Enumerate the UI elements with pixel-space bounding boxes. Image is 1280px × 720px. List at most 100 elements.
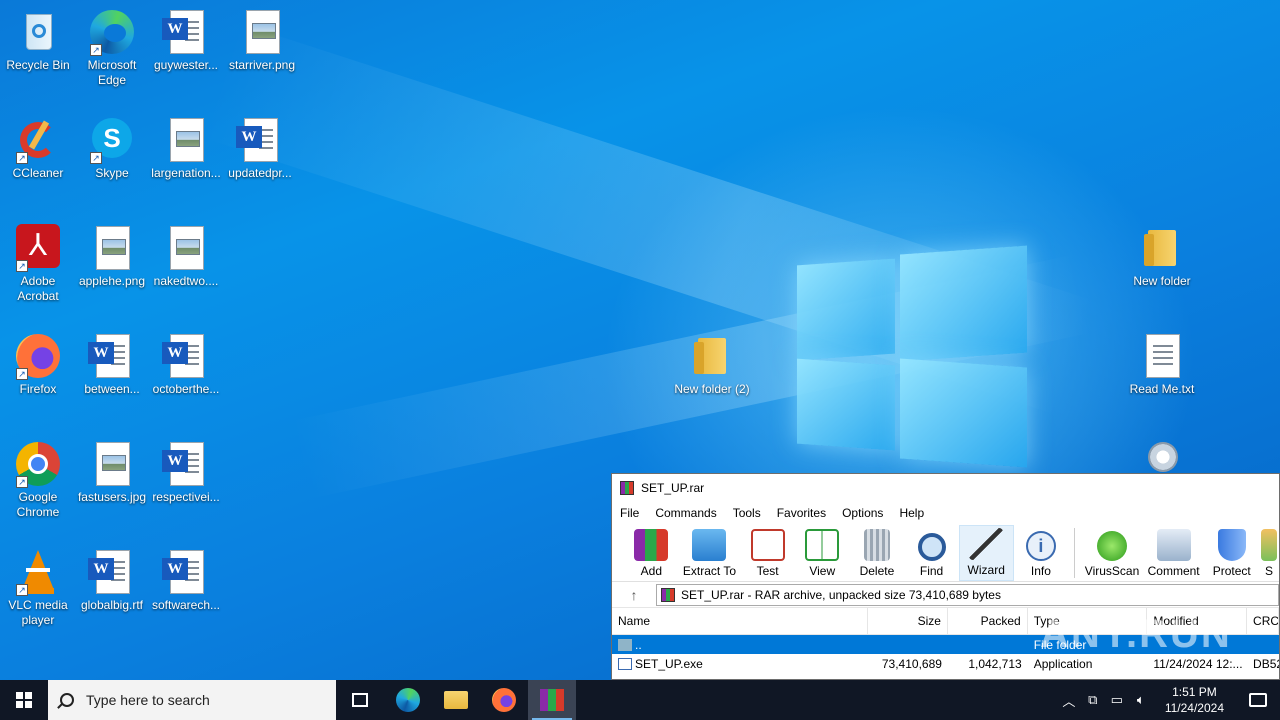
icon-label: guywester... bbox=[153, 58, 219, 72]
column-size[interactable]: Size bbox=[868, 608, 948, 634]
wizard-label: Wizard bbox=[967, 563, 1005, 577]
add-label: Add bbox=[640, 564, 662, 578]
clock-date: 11/24/2024 bbox=[1164, 701, 1224, 715]
taskbar-firefox[interactable] bbox=[480, 680, 528, 720]
menu-tools[interactable]: Tools bbox=[733, 506, 761, 520]
start-button[interactable] bbox=[0, 680, 48, 720]
comment-button[interactable]: Comment bbox=[1143, 525, 1205, 581]
address-field[interactable]: SET_UP.rar - RAR archive, unpacked size … bbox=[656, 583, 1279, 606]
icon-label: Skype bbox=[95, 166, 129, 180]
trash-icon bbox=[863, 529, 890, 561]
taskbar-search[interactable]: Type here to search bbox=[48, 680, 336, 720]
desktop-icon-read-me[interactable]: Read Me.txt bbox=[1124, 332, 1200, 397]
desktop-icon-updatedpr[interactable]: W updatedpr... bbox=[222, 116, 298, 181]
desktop-icon-guywester[interactable]: W guywester... bbox=[148, 8, 224, 73]
wizard-button[interactable]: Wizard bbox=[958, 525, 1014, 581]
delete-button[interactable]: Delete bbox=[850, 525, 905, 581]
notification-icon bbox=[1249, 693, 1267, 707]
icon-label: fastusers.jpg bbox=[77, 490, 147, 504]
address-bar: ↑ SET_UP.rar - RAR archive, unpacked siz… bbox=[612, 582, 1279, 608]
image-file-icon bbox=[162, 224, 210, 272]
delete-label: Delete bbox=[859, 564, 895, 578]
desktop-icon-globalbig[interactable]: W globalbig.rtf bbox=[74, 548, 150, 613]
word-document-icon: W bbox=[88, 548, 136, 596]
info-button[interactable]: i Info bbox=[1014, 525, 1069, 581]
firefox-icon bbox=[492, 688, 516, 712]
window-titlebar[interactable]: SET_UP.rar bbox=[612, 474, 1279, 502]
desktop-icon-google-chrome[interactable]: ↗ Google Chrome bbox=[0, 440, 76, 520]
chevron-up-icon[interactable]: ︿ bbox=[1057, 691, 1081, 710]
menu-commands[interactable]: Commands bbox=[655, 506, 716, 520]
comment-label: Comment bbox=[1147, 564, 1200, 578]
column-packed[interactable]: Packed bbox=[948, 608, 1028, 634]
desktop-icon-recycle-bin[interactable]: Recycle Bin bbox=[0, 8, 76, 73]
sfx-label: S bbox=[1265, 564, 1274, 578]
volume-icon[interactable]: 🔈︎ bbox=[1129, 692, 1153, 708]
word-document-icon: W bbox=[88, 332, 136, 380]
word-document-icon: W bbox=[162, 332, 210, 380]
image-file-icon bbox=[88, 440, 136, 488]
notification-button[interactable] bbox=[1236, 680, 1280, 720]
virus-icon bbox=[1097, 531, 1128, 561]
icon-label: CCleaner bbox=[12, 166, 64, 180]
extract-to-label: Extract To bbox=[682, 564, 737, 578]
desktop-icon-between[interactable]: W between... bbox=[74, 332, 150, 397]
menu-favorites[interactable]: Favorites bbox=[777, 506, 826, 520]
desktop-icon-vlc[interactable]: ↗ VLC media player bbox=[0, 548, 76, 628]
menu-file[interactable]: File bbox=[620, 506, 639, 520]
test-button[interactable]: Test bbox=[740, 525, 795, 581]
desktop-icon-fastusers[interactable]: fastusers.jpg bbox=[74, 440, 150, 505]
up-arrow-icon[interactable]: ↑ bbox=[612, 587, 656, 603]
extract-to-button[interactable]: Extract To bbox=[679, 525, 741, 581]
magic-wand-icon bbox=[969, 528, 1004, 560]
desktop-icon-starriver[interactable]: starriver.png bbox=[224, 8, 300, 73]
desktop-icon-new-folder-2[interactable]: New folder (2) bbox=[674, 332, 750, 397]
desktop-icon-largenation[interactable]: largenation... bbox=[148, 116, 224, 181]
find-button[interactable]: Find bbox=[904, 525, 959, 581]
desktop-icon-ccleaner[interactable]: ↗ CCleaner bbox=[0, 116, 76, 181]
taskbar-file-explorer[interactable] bbox=[432, 680, 480, 720]
row-size: 73,410,689 bbox=[881, 656, 942, 671]
vlc-icon: ↗ bbox=[14, 548, 62, 596]
desktop-icon-new-folder[interactable]: New folder bbox=[1124, 224, 1200, 289]
desktop-icon-skype[interactable]: S ↗ Skype bbox=[74, 116, 150, 181]
desktop-icon-octoberthe[interactable]: W octoberthe... bbox=[148, 332, 224, 397]
add-icon bbox=[634, 529, 669, 561]
column-crc[interactable]: CRC3 bbox=[1247, 608, 1279, 634]
clock[interactable]: 1:51 PM 11/24/2024 bbox=[1153, 684, 1236, 716]
sfx-button[interactable]: S bbox=[1259, 525, 1279, 581]
view-book-icon bbox=[805, 529, 840, 561]
add-button[interactable]: Add bbox=[624, 525, 679, 581]
task-view-button[interactable] bbox=[336, 680, 384, 720]
recycle-bin-icon bbox=[14, 8, 62, 56]
taskbar: Type here to search ︿ ⧉ ▭ 🔈︎ 1:51 PM 11/… bbox=[0, 680, 1280, 720]
firefox-icon: ↗ bbox=[14, 332, 62, 380]
desktop-icon-nakedtwo[interactable]: nakedtwo.... bbox=[148, 224, 224, 289]
desktop-icon-firefox[interactable]: ↗ Firefox bbox=[0, 332, 76, 397]
folder-icon bbox=[688, 332, 736, 380]
taskbar-winrar[interactable] bbox=[528, 680, 576, 720]
menu-help[interactable]: Help bbox=[899, 506, 924, 520]
taskbar-edge[interactable] bbox=[384, 680, 432, 720]
toolbar-separator bbox=[1074, 528, 1076, 578]
virusscan-button[interactable]: VirusScan bbox=[1081, 525, 1143, 581]
network-icon[interactable]: ▭ bbox=[1105, 692, 1129, 708]
ccleaner-icon: ↗ bbox=[14, 116, 62, 164]
word-document-icon: W bbox=[162, 548, 210, 596]
menu-options[interactable]: Options bbox=[842, 506, 883, 520]
desktop-icon-applehe[interactable]: applehe.png bbox=[74, 224, 150, 289]
view-label: View bbox=[809, 564, 836, 578]
column-name[interactable]: Name bbox=[612, 608, 869, 634]
windows-logo-pane bbox=[797, 358, 895, 451]
icon-label: octoberthe... bbox=[152, 382, 220, 396]
desktop-icon-microsoft-edge[interactable]: ↗ Microsoft Edge bbox=[74, 8, 150, 88]
row-name: SET_UP.exe bbox=[635, 656, 703, 671]
desktop-icon-softwarech[interactable]: W softwarech... bbox=[148, 548, 224, 613]
desktop-icon-adobe-acrobat[interactable]: ⅄ ↗ Adobe Acrobat bbox=[0, 224, 76, 304]
desktop-icon-respectivei[interactable]: W respectivei... bbox=[148, 440, 224, 505]
application-icon bbox=[618, 658, 632, 671]
view-button[interactable]: View bbox=[795, 525, 850, 581]
protect-button[interactable]: Protect bbox=[1204, 525, 1259, 581]
rar-archive-icon bbox=[661, 587, 675, 602]
meet-now-icon[interactable]: ⧉ bbox=[1081, 692, 1105, 708]
